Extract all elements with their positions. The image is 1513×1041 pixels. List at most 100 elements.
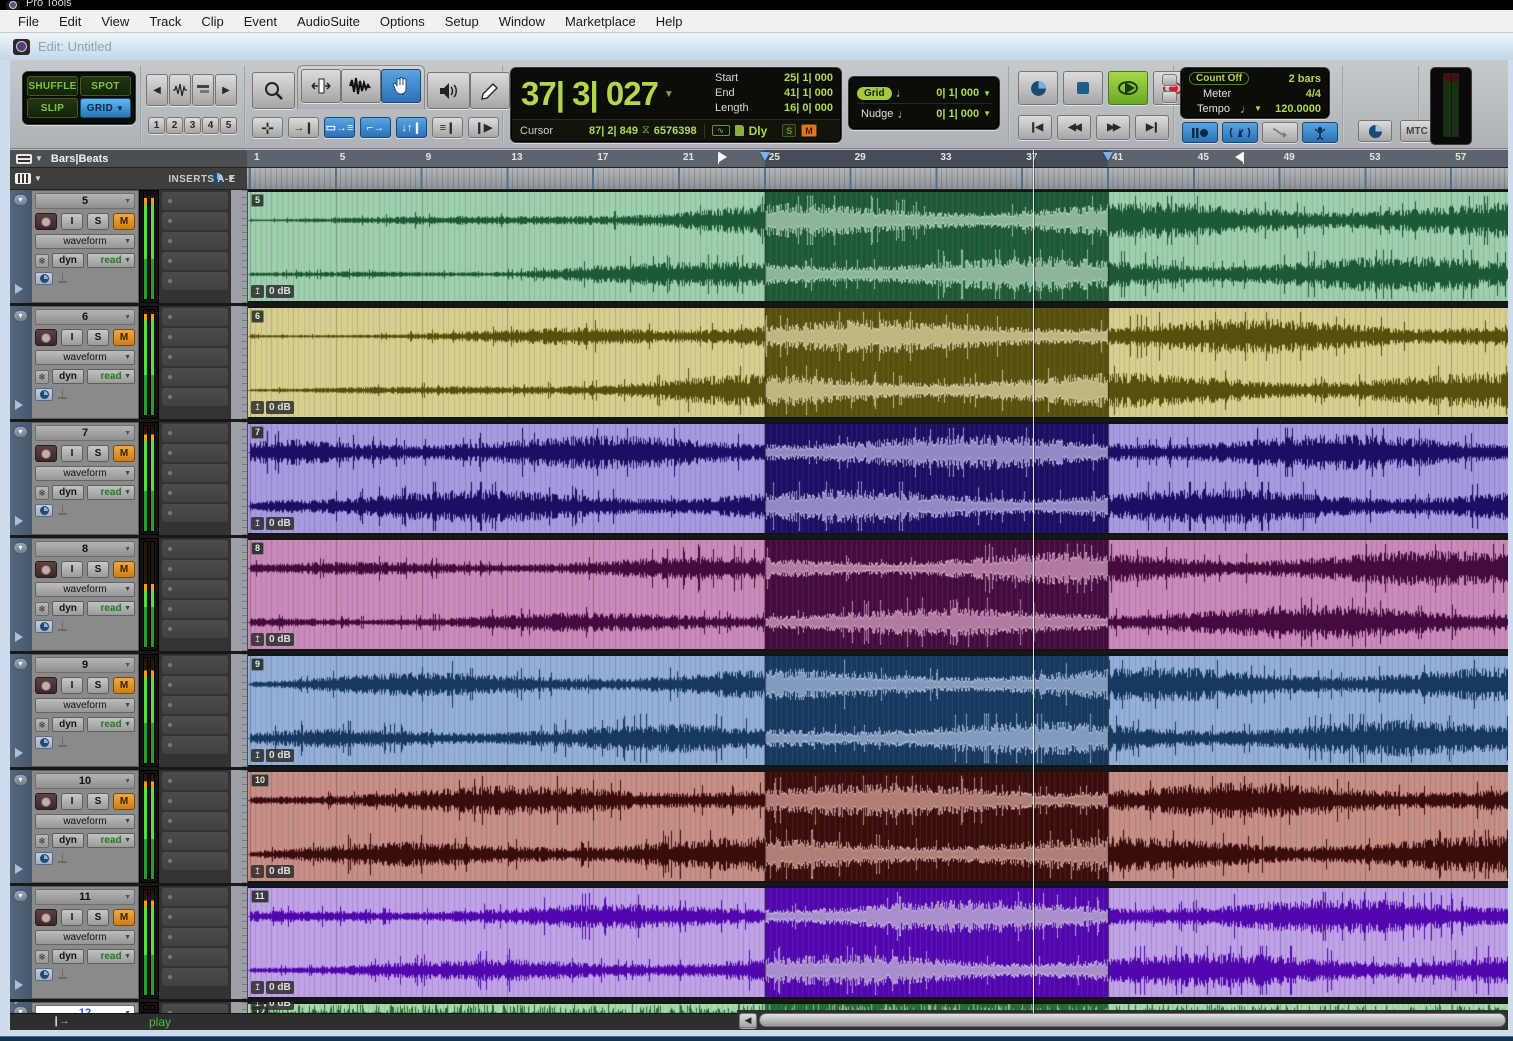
solo-button[interactable]: S xyxy=(87,909,109,926)
nudge-caret-icon[interactable]: ▼ xyxy=(983,109,991,118)
insert-slot[interactable] xyxy=(162,928,228,946)
track-view-caret-icon[interactable]: ▼ xyxy=(34,174,42,183)
track-height-zoom-button[interactable] xyxy=(192,74,214,106)
mute-button[interactable]: M xyxy=(113,561,135,578)
conductor-button[interactable] xyxy=(1302,122,1338,143)
selection-end-marker[interactable] xyxy=(1103,152,1113,161)
track-playlist-arrow-icon[interactable] xyxy=(15,748,23,758)
solo-button[interactable]: S xyxy=(87,445,109,462)
insert-slot[interactable] xyxy=(162,792,228,810)
track-timebase-button[interactable] xyxy=(35,852,53,865)
waveform-canvas[interactable] xyxy=(248,656,1508,765)
elastic-audio-button[interactable]: dyn xyxy=(52,601,84,616)
global-solo-badge[interactable]: S xyxy=(782,124,797,137)
insert-slot[interactable] xyxy=(162,676,228,694)
insert-slot[interactable] xyxy=(162,1004,228,1013)
insert-slot[interactable] xyxy=(162,484,228,502)
record-enable-button[interactable] xyxy=(35,561,57,578)
menu-item-options[interactable]: Options xyxy=(370,12,435,31)
track-name-field[interactable]: 12 ▼ xyxy=(35,1005,135,1013)
insert-slot[interactable] xyxy=(162,696,228,714)
mute-button[interactable]: M xyxy=(113,793,135,810)
menu-item-window[interactable]: Window xyxy=(489,12,555,31)
global-mute-badge[interactable]: M xyxy=(801,124,817,137)
track-waveform-area[interactable]: 6 ↥ 0 dB xyxy=(248,306,1508,419)
record-enable-button[interactable] xyxy=(35,793,57,810)
metronome-button[interactable] xyxy=(1222,122,1258,143)
insert-slot[interactable] xyxy=(162,968,228,986)
track-collapse-button[interactable]: ▼ xyxy=(13,774,28,786)
track-name-field[interactable]: 10 ▼ xyxy=(35,773,135,789)
bars-beats-ruler[interactable]: 1 5 9 13 17 21 25 29 33 37 41 45 49 53 57 xyxy=(247,150,1508,168)
freeze-snowflake-icon[interactable]: ❄ xyxy=(35,717,49,732)
track-collapse-button[interactable]: ▼ xyxy=(13,426,28,438)
stop-button[interactable] xyxy=(1063,71,1103,105)
record-enable-button[interactable] xyxy=(35,445,57,462)
waveform-canvas[interactable] xyxy=(248,424,1508,533)
insert-slot[interactable] xyxy=(162,580,228,598)
track-name-field[interactable]: 11 ▼ xyxy=(35,889,135,905)
menu-item-marketplace[interactable]: Marketplace xyxy=(555,12,646,31)
track-name-field[interactable]: 9 ▼ xyxy=(35,657,135,673)
audio-zoom-button[interactable] xyxy=(169,74,191,106)
trimmer-tool-button[interactable] xyxy=(301,69,341,103)
insert-slot[interactable] xyxy=(162,736,228,754)
wait-for-note-button[interactable] xyxy=(1182,122,1218,143)
solo-button[interactable]: S xyxy=(87,329,109,346)
track-waveform-area[interactable]: 8 ↥ 0 dB xyxy=(248,538,1508,651)
track-collapse-button[interactable]: ▼ xyxy=(13,890,28,902)
track-timebase-button[interactable] xyxy=(35,504,53,517)
scroll-left-button[interactable]: ◀ xyxy=(739,1012,757,1028)
meter-value[interactable]: 4/4 xyxy=(1306,88,1321,100)
track-view-selector[interactable]: waveform ▼ xyxy=(35,582,135,597)
track-waveform-area[interactable]: 7 ↥ 0 dB xyxy=(248,422,1508,535)
track-playlist-arrow-icon[interactable] xyxy=(15,1002,23,1004)
grid-value[interactable]: 0| 1| 000 xyxy=(936,87,979,99)
insert-slot[interactable] xyxy=(162,772,228,790)
automation-mode-selector[interactable]: read ▼ xyxy=(87,833,135,848)
clip-list-icon[interactable] xyxy=(734,125,744,136)
menu-item-track[interactable]: Track xyxy=(139,12,191,31)
track-collapse-button[interactable]: ▼ xyxy=(13,542,28,554)
solo-button[interactable]: S xyxy=(87,677,109,694)
scrubber-tool-button[interactable] xyxy=(427,72,470,109)
track-name-field[interactable]: 6 ▼ xyxy=(35,309,135,325)
track-waveform-area[interactable]: 11 ↥ 0 dB xyxy=(248,886,1508,999)
elastic-audio-button[interactable]: dyn xyxy=(52,253,84,268)
mute-button[interactable]: M xyxy=(113,445,135,462)
track-name-field[interactable]: 7 ▼ xyxy=(35,425,135,441)
play-button[interactable] xyxy=(1108,71,1148,105)
insert-slot[interactable] xyxy=(162,948,228,966)
count-off-value[interactable]: 2 bars xyxy=(1289,73,1321,85)
ruler-caret-icon[interactable]: ▼ xyxy=(35,154,43,163)
automation-mode-selector[interactable]: read ▼ xyxy=(87,485,135,500)
input-monitor-button[interactable]: I xyxy=(61,793,83,810)
input-monitor-button[interactable]: I xyxy=(61,445,83,462)
input-monitor-button[interactable]: I xyxy=(61,909,83,926)
solo-button[interactable]: S xyxy=(87,213,109,230)
zoom-preset-4[interactable]: 4 xyxy=(202,117,219,134)
grid-value-toggle[interactable]: Grid xyxy=(857,86,892,100)
track-collapse-button[interactable]: ▼ xyxy=(13,658,28,670)
track-timebase-button[interactable] xyxy=(35,968,53,981)
insert-slot[interactable] xyxy=(162,232,228,250)
grabber-tool-button[interactable] xyxy=(381,69,421,103)
insert-slot[interactable] xyxy=(162,424,228,442)
insert-slot[interactable] xyxy=(162,852,228,870)
timeline-selection-span[interactable] xyxy=(764,150,1108,167)
selector-tool-button[interactable] xyxy=(341,69,381,103)
transport-expand-button-1[interactable] xyxy=(1162,74,1177,86)
zoom-in-button[interactable]: ▶ xyxy=(215,74,237,106)
track-playlist-arrow-icon[interactable] xyxy=(15,516,23,526)
insert-slot[interactable] xyxy=(162,504,228,522)
insert-slot[interactable] xyxy=(162,388,228,406)
shuffle-mode-button[interactable]: SHUFFLE xyxy=(27,76,78,96)
input-monitor-button[interactable]: I xyxy=(61,213,83,230)
link-timeline-edit-button[interactable]: ▭→≡ xyxy=(324,117,355,138)
waveform-canvas[interactable] xyxy=(248,888,1508,997)
zoom-preset-1[interactable]: 1 xyxy=(148,117,165,134)
count-off-toggle[interactable]: Count Off xyxy=(1189,72,1250,85)
freeze-snowflake-icon[interactable]: ❄ xyxy=(35,833,49,848)
tempo-value[interactable]: 120.0000 xyxy=(1275,103,1321,115)
menu-item-setup[interactable]: Setup xyxy=(435,12,489,31)
